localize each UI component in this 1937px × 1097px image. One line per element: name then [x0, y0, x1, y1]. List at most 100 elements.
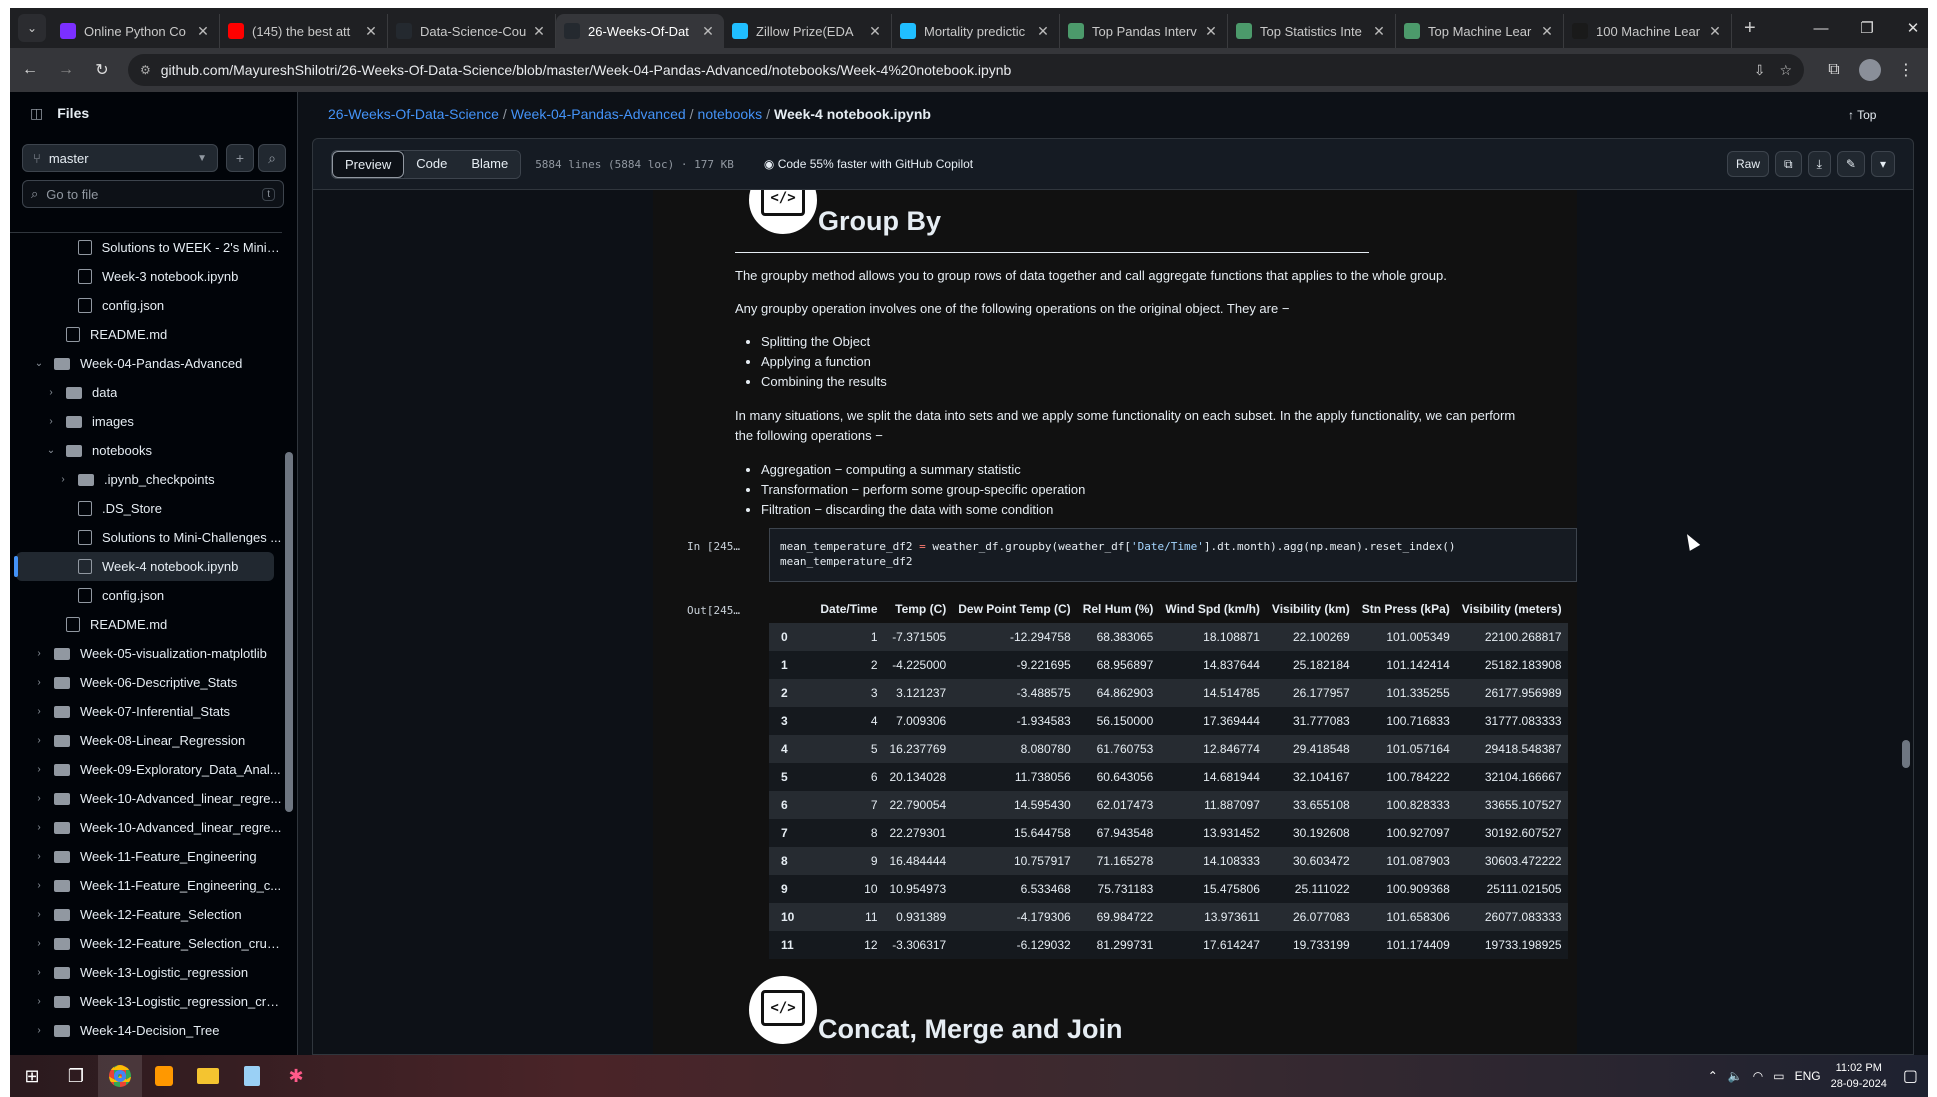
tree-folder-item[interactable]: › Week-10-Advanced_linear_regre...: [10, 813, 282, 842]
chevron-right-icon[interactable]: ›: [32, 706, 46, 717]
back-button[interactable]: ←: [14, 54, 46, 86]
tree-folder-item[interactable]: ⌄ Week-04-Pandas-Advanced: [10, 349, 282, 378]
close-window-button[interactable]: ✕: [1890, 8, 1928, 48]
chevron-right-icon[interactable]: ›: [44, 387, 58, 398]
browser-tab[interactable]: Top Pandas Interv ✕: [1060, 14, 1228, 48]
tree-file-item[interactable]: .DS_Store: [10, 494, 282, 523]
tree-folder-item[interactable]: ⌄ notebooks: [10, 436, 282, 465]
chevron-right-icon[interactable]: ›: [32, 967, 46, 978]
chevron-right-icon[interactable]: ›: [32, 880, 46, 891]
go-to-file-input[interactable]: ⌕ Go to file t: [22, 180, 284, 208]
new-tab-button[interactable]: +: [1744, 17, 1756, 40]
download-icon[interactable]: ⤓: [1807, 151, 1831, 177]
tree-folder-item[interactable]: › data: [10, 378, 282, 407]
file-explorer-icon[interactable]: [186, 1055, 230, 1097]
close-tab-icon[interactable]: ✕: [1539, 23, 1555, 40]
tree-folder-item[interactable]: › Week-06-Descriptive_Stats: [10, 668, 282, 697]
code-cell[interactable]: mean_temperature_df2 = weather_df.groupb…: [769, 528, 1577, 582]
sidebar-scrollbar[interactable]: [282, 232, 296, 1047]
tree-file-item[interactable]: README.md: [10, 610, 282, 639]
tree-folder-item[interactable]: › Week-13-Logistic_regression: [10, 958, 282, 987]
tree-folder-item[interactable]: › Week-11-Feature_Engineering_c...: [10, 871, 282, 900]
tree-folder-item[interactable]: › images: [10, 407, 282, 436]
extensions-icon[interactable]: ⧉: [1818, 54, 1850, 86]
page-scrollbar[interactable]: [1899, 190, 1913, 1054]
more-options-chevron-icon[interactable]: ▾: [1870, 151, 1895, 177]
chevron-right-icon[interactable]: ›: [32, 822, 46, 833]
volume-icon[interactable]: 🔈: [1728, 1069, 1743, 1083]
close-tab-icon[interactable]: ✕: [867, 23, 883, 40]
show-hidden-icons-chevron-icon[interactable]: ⌃: [1708, 1069, 1718, 1083]
chevron-right-icon[interactable]: ›: [32, 1025, 46, 1036]
notifications-icon[interactable]: ▢: [1903, 1066, 1918, 1086]
tree-file-item[interactable]: Solutions to Mini-Challenges ...: [10, 523, 282, 552]
tree-folder-item[interactable]: › Week-11-Feature_Engineering: [10, 842, 282, 871]
page-scrollbar-thumb[interactable]: [1902, 740, 1910, 768]
chevron-right-icon[interactable]: ›: [32, 735, 46, 746]
tree-folder-item[interactable]: › Week-12-Feature_Selection: [10, 900, 282, 929]
wifi-icon[interactable]: ◠: [1753, 1069, 1763, 1083]
tree-file-item[interactable]: Solutions to WEEK - 2's Mini C...: [10, 233, 282, 262]
breadcrumb-notebooks-link[interactable]: notebooks: [698, 106, 763, 122]
edit-pencil-icon[interactable]: ✎: [1836, 151, 1865, 177]
forward-button[interactable]: →: [50, 54, 82, 86]
search-button[interactable]: ⌕: [258, 144, 286, 172]
tree-file-item[interactable]: Week-4 notebook.ipynb: [14, 552, 274, 581]
tab-search-button[interactable]: ⌄: [18, 14, 46, 42]
close-tab-icon[interactable]: ✕: [1035, 23, 1051, 40]
add-file-button[interactable]: +: [226, 144, 254, 172]
snipping-tool-icon[interactable]: ✱: [274, 1055, 318, 1097]
language-indicator[interactable]: ENG: [1795, 1069, 1821, 1083]
browser-tab[interactable]: Top Statistics Inte ✕: [1228, 14, 1396, 48]
chrome-taskbar-icon[interactable]: [98, 1055, 142, 1097]
tree-folder-item[interactable]: › Week-09-Exploratory_Data_Anal...: [10, 755, 282, 784]
start-button[interactable]: ⊞: [10, 1055, 54, 1097]
close-tab-icon[interactable]: ✕: [1203, 23, 1219, 40]
tree-folder-item[interactable]: › .ipynb_checkpoints: [10, 465, 282, 494]
copilot-promo-link[interactable]: ◉ Code 55% faster with GitHub Copilot: [764, 157, 973, 171]
close-tab-icon[interactable]: ✕: [700, 23, 716, 40]
chevron-right-icon[interactable]: ›: [32, 996, 46, 1007]
chevron-right-icon[interactable]: ›: [56, 474, 70, 485]
raw-button[interactable]: Raw: [1727, 151, 1770, 177]
tab-blame[interactable]: Blame: [459, 150, 521, 178]
chevron-right-icon[interactable]: ›: [32, 938, 46, 949]
clock[interactable]: 11:02 PM 28-09-2024: [1831, 1060, 1887, 1092]
tree-folder-item[interactable]: › Week-14-Decision_Tree: [10, 1016, 282, 1045]
restore-button[interactable]: ❐: [1844, 8, 1890, 48]
battery-icon[interactable]: ▭: [1773, 1069, 1784, 1083]
browser-tab[interactable]: (145) the best att ✕: [220, 14, 388, 48]
chevron-right-icon[interactable]: ›: [32, 909, 46, 920]
tree-folder-item[interactable]: › Week-08-Linear_Regression: [10, 726, 282, 755]
tree-file-item[interactable]: README.md: [10, 320, 282, 349]
back-to-top-button[interactable]: ↑ Top: [1848, 108, 1876, 122]
browser-tab[interactable]: Data-Science-Cou ✕: [388, 14, 556, 48]
minimize-button[interactable]: —: [1798, 8, 1844, 48]
sublime-text-icon[interactable]: [142, 1055, 186, 1097]
chevron-right-icon[interactable]: ›: [32, 764, 46, 775]
branch-selector[interactable]: ⑂ master ▼: [22, 144, 218, 172]
address-bar[interactable]: ⚙ github.com/MayureshShilotri/26-Weeks-O…: [128, 54, 1804, 86]
site-info-icon[interactable]: ⚙: [140, 63, 151, 77]
close-tab-icon[interactable]: ✕: [531, 23, 547, 40]
chevron-right-icon[interactable]: ›: [32, 851, 46, 862]
tree-folder-item[interactable]: › Week-12-Feature_Selection_cruc...: [10, 929, 282, 958]
bookmark-star-icon[interactable]: ☆: [1779, 62, 1792, 79]
chevron-down-icon[interactable]: ⌄: [44, 445, 58, 456]
copy-raw-icon[interactable]: ⧉: [1775, 151, 1802, 177]
chevron-right-icon[interactable]: ›: [32, 677, 46, 688]
chevron-right-icon[interactable]: ›: [32, 648, 46, 659]
breadcrumb-repo-link[interactable]: 26-Weeks-Of-Data-Science: [328, 106, 499, 122]
tree-file-item[interactable]: config.json: [10, 581, 282, 610]
collapse-sidebar-icon[interactable]: ◫: [30, 105, 43, 122]
chevron-right-icon[interactable]: ›: [32, 793, 46, 804]
chevron-down-icon[interactable]: ⌄: [32, 358, 46, 369]
close-tab-icon[interactable]: ✕: [363, 23, 379, 40]
browser-tab[interactable]: Mortality predictic ✕: [892, 14, 1060, 48]
reload-button[interactable]: ↻: [86, 54, 118, 86]
tree-folder-item[interactable]: › Week-07-Inferential_Stats: [10, 697, 282, 726]
close-tab-icon[interactable]: ✕: [1707, 23, 1723, 40]
browser-tab[interactable]: Top Machine Lear ✕: [1396, 14, 1564, 48]
tab-preview[interactable]: Preview: [332, 150, 405, 178]
tree-file-item[interactable]: Week-3 notebook.ipynb: [10, 262, 282, 291]
